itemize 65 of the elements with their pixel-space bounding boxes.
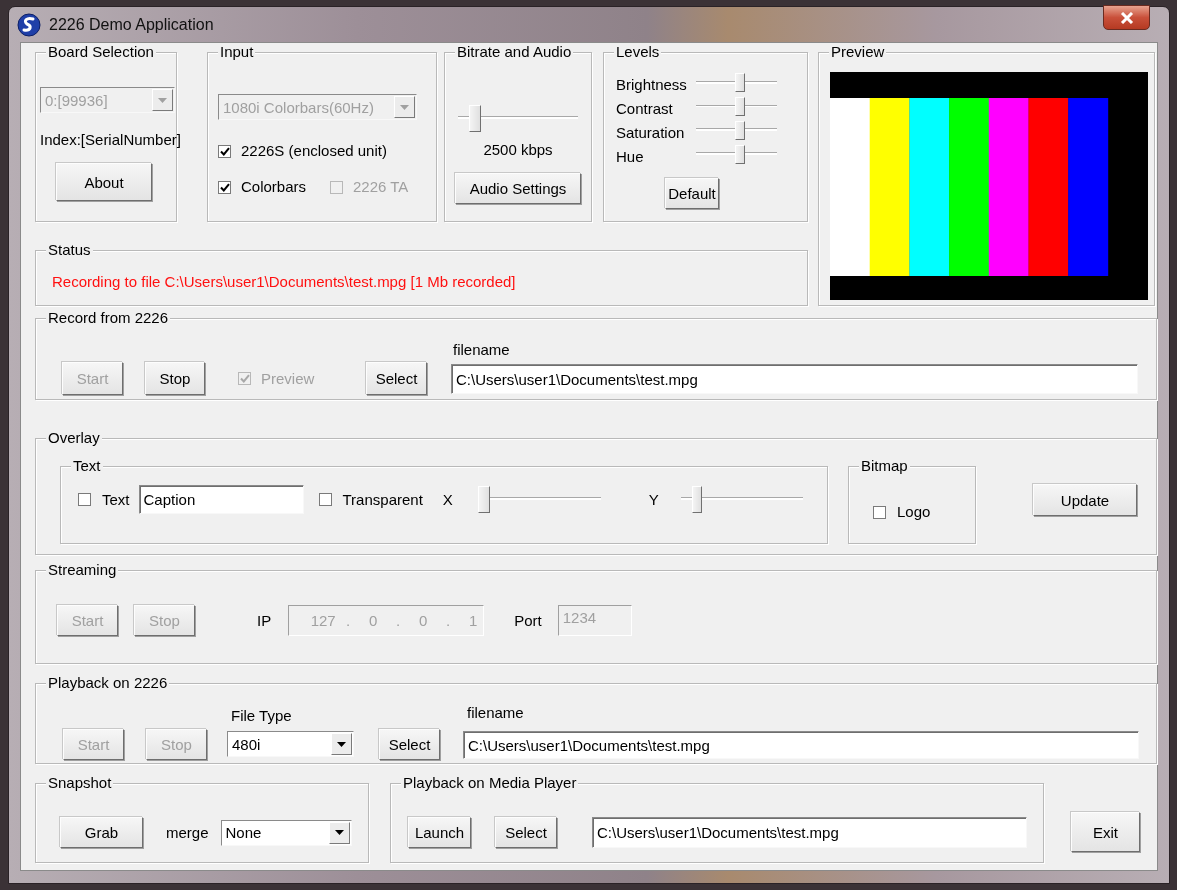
checkbox-label: 2226 TA: [353, 178, 409, 196]
checkbox[interactable]: [318, 493, 332, 506]
checkbox[interactable]: [78, 493, 91, 506]
slider-thumb[interactable]: [477, 486, 490, 513]
group-title: Streaming: [46, 561, 119, 579]
filename-label: filename: [467, 704, 524, 722]
caret-icon: [334, 830, 344, 835]
slider-thumb[interactable]: [735, 120, 746, 140]
checkbox[interactable]: [873, 505, 886, 519]
text-field[interactable]: C:\Users\user1\Documents\test.mpg: [463, 731, 1139, 759]
merge-label: merge: [166, 823, 209, 842]
caret-icon: [158, 97, 167, 103]
text-field[interactable]: Caption: [138, 485, 304, 514]
group-title: Overlay: [46, 429, 102, 447]
slider-label: Saturation: [616, 124, 686, 142]
text-field[interactable]: C:\Users\user1\Documents\test.mpg: [451, 364, 1138, 394]
slider-label: Brightness: [616, 76, 688, 94]
checkbox[interactable]: [218, 144, 231, 158]
dropdown[interactable]: 480i: [227, 731, 354, 757]
slider-label: Hue: [616, 148, 645, 166]
window-title: 2226 Demo Application: [49, 15, 214, 34]
launch-button[interactable]: Launch: [408, 817, 471, 848]
select-button[interactable]: Select: [379, 729, 440, 760]
checkbox-label: Preview: [261, 369, 315, 388]
status-message: Recording to file C:\Users\user1\Documents\test.mpg [1 Mb recorded]: [52, 273, 516, 290]
checkbox[interactable]: [218, 180, 231, 194]
checkbox-label: Logo: [897, 503, 931, 521]
file-type-label: File Type: [231, 707, 292, 725]
caret-icon: [337, 741, 346, 747]
audio-settings-button[interactable]: Audio Settings: [455, 173, 581, 204]
grab-button[interactable]: Grab: [60, 817, 143, 848]
checkbox-label: Transparent: [342, 490, 423, 509]
port-label: Port: [514, 611, 542, 630]
group-title: Playback on 2226: [46, 674, 170, 692]
text-field[interactable]: C:\Users\user1\Documents\test.mpg: [592, 817, 1027, 848]
default-button[interactable]: Default: [665, 178, 719, 209]
dropdown[interactable]: None: [220, 819, 352, 846]
caret-icon: [400, 104, 409, 110]
exit-button[interactable]: Exit: [1071, 812, 1140, 852]
group-title: Playback on Media Player: [401, 774, 579, 792]
y-label: Y: [648, 490, 659, 509]
bitrate-reading: 2500 kbps: [483, 141, 553, 159]
close-icon: [1119, 11, 1134, 24]
slider-thumb[interactable]: [692, 486, 703, 513]
group-title: Bitmap: [859, 457, 910, 475]
ip-label: IP: [257, 611, 272, 630]
app-logo-icon: [17, 12, 41, 37]
checkbox-label: Text: [102, 490, 130, 509]
slider-thumb[interactable]: [735, 72, 746, 92]
group-title: Snapshot: [46, 774, 114, 792]
slider-thumb[interactable]: [468, 105, 481, 132]
filename-label: filename: [453, 341, 510, 359]
select-button[interactable]: Select: [366, 362, 427, 395]
select-button[interactable]: Select: [495, 817, 557, 848]
index-label: Index:[SerialNumber]: [40, 131, 181, 149]
about-button[interactable]: About: [56, 163, 152, 201]
checkbox-label: Colorbars: [241, 178, 307, 196]
close-button[interactable]: [1103, 5, 1150, 30]
update-button[interactable]: Update: [1033, 484, 1137, 516]
slider-label: Contrast: [616, 100, 674, 118]
x-label: X: [442, 490, 453, 509]
slider-thumb[interactable]: [735, 96, 746, 116]
checkbox-label: 2226S (enclosed unit): [241, 142, 387, 160]
slider-thumb[interactable]: [735, 144, 746, 164]
stop-button[interactable]: Stop: [145, 362, 205, 395]
